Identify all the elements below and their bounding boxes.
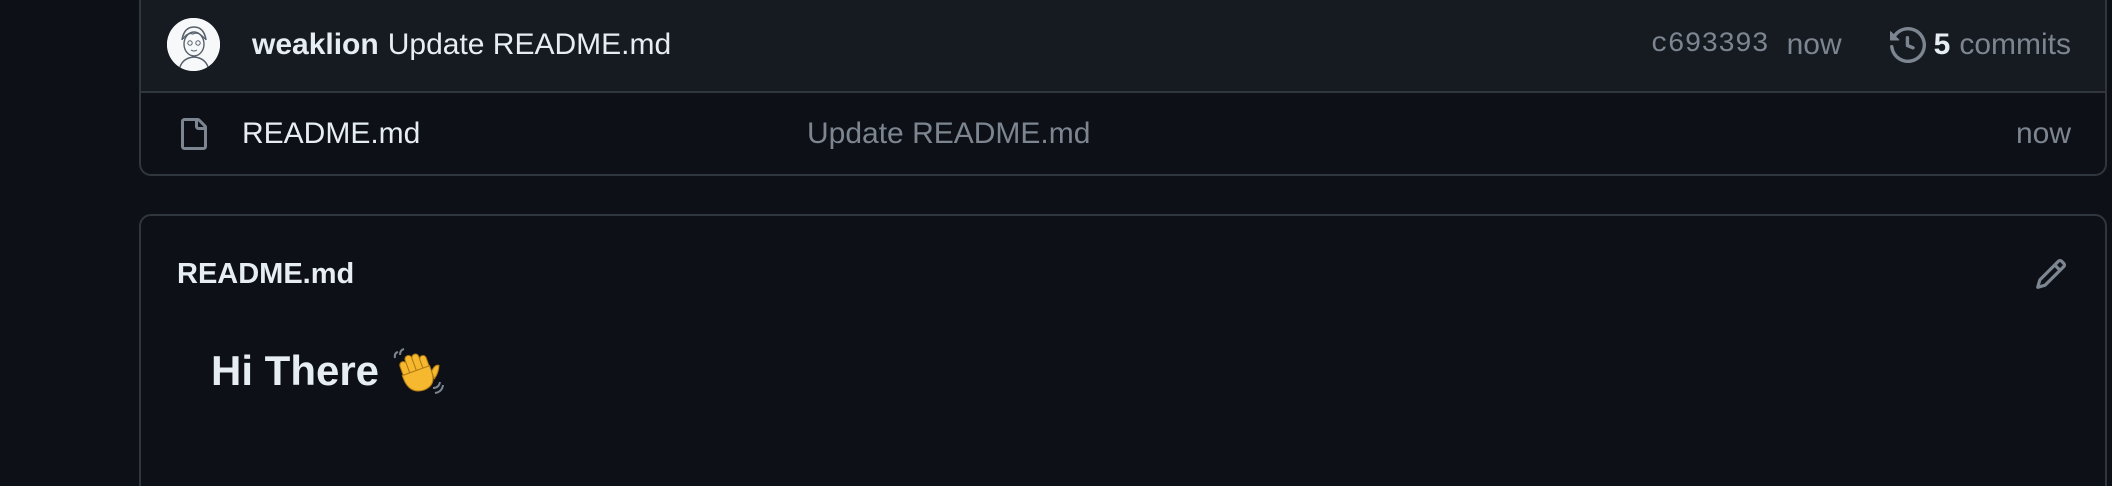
waving-hand-icon <box>393 348 445 394</box>
commit-author[interactable]: weaklion <box>252 28 379 62</box>
commit-time: now <box>1786 27 1842 61</box>
commits-count: 5 <box>1933 27 1951 61</box>
file-commit-message[interactable]: Update README.md <box>807 117 1090 151</box>
readme-header: README.md <box>141 216 2105 332</box>
edit-readme-button[interactable] <box>2031 254 2071 294</box>
commit-message[interactable]: Update README.md <box>388 28 671 62</box>
file-icon <box>181 117 207 150</box>
commits-history-link[interactable]: 5 commits <box>1889 26 2071 63</box>
commit-sha[interactable]: c693393 <box>1651 29 1769 60</box>
file-list-box: weaklion Update README.md c693393 now 5 … <box>139 0 2107 176</box>
readme-heading-text: Hi There <box>211 347 380 394</box>
latest-commit-row: weaklion Update README.md c693393 now 5 … <box>141 0 2105 93</box>
history-icon <box>1889 26 1926 63</box>
avatar-sketch-icon <box>167 18 220 71</box>
readme-content: Hi There <box>141 344 2105 398</box>
readme-box: README.md Hi There <box>139 214 2107 486</box>
readme-title[interactable]: README.md <box>177 258 354 291</box>
pencil-icon <box>2036 258 2067 289</box>
file-name[interactable]: README.md <box>242 117 807 151</box>
file-row[interactable]: README.md Update README.md now <box>141 93 2105 174</box>
file-time: now <box>2015 116 2071 150</box>
repository-page: weaklion Update README.md c693393 now 5 … <box>0 0 2112 486</box>
commits-label: commits <box>1959 27 2071 61</box>
avatar[interactable] <box>167 18 220 71</box>
readme-heading: Hi There <box>211 344 2105 398</box>
